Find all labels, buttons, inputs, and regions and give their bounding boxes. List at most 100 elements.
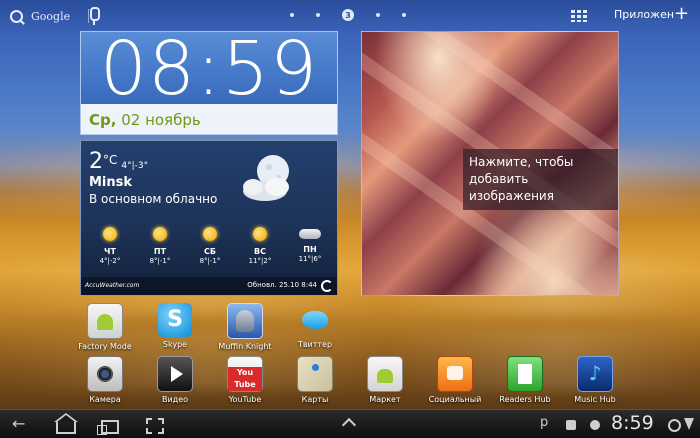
forecast-day: ПТ 8°|-1° — [135, 227, 185, 265]
refresh-icon[interactable] — [321, 280, 333, 292]
app-label: Music Hub — [574, 395, 616, 404]
page-dot-4[interactable] — [376, 13, 380, 17]
forecast-day-temps: 11°|6° — [298, 255, 322, 263]
temperature-value: 2 — [89, 149, 103, 174]
clock-date-text: 02 ноябрь — [116, 111, 201, 129]
app-label: Readers Hub — [499, 395, 551, 404]
clock-weekday: Ср, — [89, 111, 117, 129]
app-label: Factory Mode — [78, 342, 132, 351]
maps-icon — [297, 356, 333, 392]
youtube-icon — [227, 356, 263, 392]
weather-updated: Обновл. 25.10 8:44 — [247, 281, 317, 289]
microphone-icon[interactable] — [90, 7, 100, 25]
add-widget-button[interactable]: + — [674, 5, 689, 23]
video-icon — [157, 356, 193, 392]
clock-date: Ср, 02 ноябрь — [89, 111, 201, 129]
music-hub-icon — [577, 356, 613, 392]
sun-icon — [153, 227, 167, 241]
app-video[interactable]: Видео — [140, 356, 210, 404]
sun-icon — [103, 227, 117, 241]
sun-icon — [253, 227, 267, 241]
moon-cloud-icon — [243, 155, 289, 201]
apps-button[interactable]: Приложен — [614, 8, 674, 21]
forecast-day: СБ 8°|-1° — [185, 227, 235, 265]
app-music-hub[interactable]: Music Hub — [560, 356, 630, 404]
forecast-day-name: ЧТ — [104, 247, 116, 256]
home-icon[interactable] — [54, 413, 78, 434]
app-maps[interactable]: Карты — [280, 356, 350, 404]
app-label: Muffin Knight — [218, 342, 272, 351]
factory-mode-icon — [87, 303, 123, 339]
app-readers-hub[interactable]: Readers Hub — [490, 356, 560, 404]
app-label: Видео — [161, 395, 189, 404]
app-label: Маркет — [369, 395, 401, 404]
page-indicator: 3 — [290, 9, 406, 21]
app-grid-icon[interactable] — [571, 10, 587, 22]
app-label: Социальный — [428, 395, 482, 404]
skype-icon — [158, 303, 192, 337]
status-clock[interactable]: 8:59 — [611, 412, 654, 434]
cloud-icon — [299, 229, 321, 239]
notification-letter[interactable]: р — [540, 415, 548, 430]
camera-icon — [87, 356, 123, 392]
temperature-range: 4°|-3° — [121, 161, 149, 171]
app-market[interactable]: Маркет — [350, 356, 420, 404]
forecast-day-temps: 4°|-2° — [99, 257, 121, 265]
app-label: Карты — [301, 395, 329, 404]
search-divider — [88, 9, 90, 23]
back-icon[interactable]: ← — [12, 414, 25, 434]
chat-icon[interactable] — [590, 420, 600, 430]
forecast-day-name: ПН — [303, 245, 317, 254]
google-search-label: Google — [31, 9, 71, 23]
app-label: Камера — [89, 395, 121, 404]
app-camera[interactable]: Камера — [70, 356, 140, 404]
forecast-day-name: СБ — [204, 247, 216, 256]
weather-temperature: 2°C 4°|-3° — [89, 149, 148, 174]
readers-hub-icon — [507, 356, 543, 392]
muffin-knight-icon — [227, 303, 263, 339]
clock-date-bar: Ср, 02 ноябрь — [81, 104, 337, 134]
clock-widget[interactable]: 08:59 Ср, 02 ноябрь — [80, 26, 338, 135]
photo-caption: Нажмите, чтобы добавить изображения — [463, 149, 618, 210]
page-dot-current[interactable]: 3 — [342, 9, 354, 21]
app-factory-mode[interactable]: Factory Mode — [70, 303, 140, 351]
temperature-unit: °C — [103, 153, 118, 167]
forecast-day: ЧТ 4°|-2° — [85, 227, 135, 265]
app-label: YouTube — [228, 395, 262, 404]
weather-footer: AccuWeather.com Обновл. 25.10 8:44 — [81, 277, 337, 295]
weather-condition: В основном облачно — [89, 192, 218, 206]
app-social[interactable]: Социальный — [420, 356, 490, 404]
alarm-icon — [668, 419, 681, 432]
forecast-day: ВС 11°|2° — [235, 227, 285, 265]
chevron-up-icon[interactable] — [341, 417, 357, 433]
search-icon — [10, 9, 23, 23]
twitter-icon — [298, 303, 332, 337]
app-muffin-knight[interactable]: Muffin Knight — [210, 303, 280, 351]
forecast-row: ЧТ 4°|-2° ПТ 8°|-1° СБ 8°|-1° ВС 11°|2° … — [85, 227, 335, 265]
app-label: Твиттер — [297, 340, 333, 349]
forecast-day-name: ПТ — [153, 247, 167, 256]
sd-card-icon[interactable] — [566, 420, 576, 430]
forecast-day-temps: 8°|-1° — [149, 257, 171, 265]
forecast-day-name: ВС — [254, 247, 266, 256]
app-twitter[interactable]: Твиттер — [280, 303, 350, 349]
system-bar: ← р 8:59 — [0, 409, 700, 438]
page-dot-2[interactable] — [316, 13, 320, 17]
sun-icon — [203, 227, 217, 241]
photo-frame-widget[interactable]: Нажмите, чтобы добавить изображения — [361, 31, 619, 296]
google-search-bar[interactable]: Google — [10, 6, 90, 26]
accuweather-logo[interactable]: AccuWeather.com — [85, 282, 139, 289]
market-icon — [367, 356, 403, 392]
app-skype[interactable]: Skype — [140, 303, 210, 349]
weather-city: Minsk — [89, 175, 133, 190]
recent-apps-icon[interactable] — [97, 420, 119, 435]
forecast-day: ПН 11°|6° — [285, 227, 335, 265]
weather-widget[interactable]: 2°C 4°|-3° Minsk В основном облачно ЧТ 4°… — [80, 140, 338, 296]
clock-time: 08:59 — [99, 26, 319, 112]
page-dot-1[interactable] — [290, 13, 294, 17]
wifi-icon — [684, 418, 694, 430]
screenshot-icon[interactable] — [146, 418, 164, 434]
page-dot-5[interactable] — [402, 13, 406, 17]
social-icon — [437, 356, 473, 392]
app-youtube[interactable]: You Tube — [210, 356, 280, 404]
